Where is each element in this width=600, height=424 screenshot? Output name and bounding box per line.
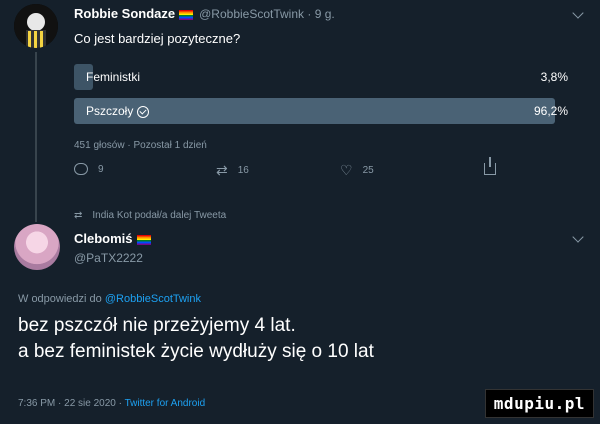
reply-text-line: a bez feministek życie wydłuży się o 10 … xyxy=(18,341,374,362)
watermark: mdupiu.pl xyxy=(484,389,594,418)
reply-icon xyxy=(74,163,88,175)
check-icon xyxy=(137,105,150,118)
retweet-note[interactable]: ⇄ India Kot podał/a dalej Tweeta xyxy=(74,210,226,221)
like-count: 25 xyxy=(362,164,374,176)
avatar-image xyxy=(14,4,58,48)
reply-author-handle[interactable]: @PaTX2222 xyxy=(74,251,143,265)
avatar[interactable] xyxy=(14,224,60,270)
retweet-icon: ⇄ xyxy=(74,210,83,221)
reply-author-name[interactable]: Clebomiś xyxy=(74,231,151,246)
poll-option-feministki: Feministki 3,8% xyxy=(74,64,574,90)
chevron-down-icon[interactable] xyxy=(572,7,584,19)
poll-option-pszczoly: Pszczoły 96,2% xyxy=(74,98,574,124)
avatar[interactable] xyxy=(14,4,58,48)
reply-text-line: bez pszczół nie przeżyjemy 4 lat. xyxy=(18,315,296,336)
poll-meta: 451 głosów · Pozostał 1 dzień xyxy=(74,140,207,151)
retweet-button[interactable]: ⇄ 16 xyxy=(216,163,249,177)
original-tweet[interactable]: Robbie Sondaze @RobbieScotTwink · 9 g. Co… xyxy=(0,0,600,222)
client-link[interactable]: Twitter for Android xyxy=(125,398,206,409)
author-name[interactable]: Robbie Sondaze xyxy=(74,6,175,21)
tweet-time: 9 g. xyxy=(314,7,335,21)
reply-count: 9 xyxy=(98,163,104,175)
share-button[interactable] xyxy=(484,157,496,175)
reply-timestamp: 7:36 PM · 22 sie 2020 · Twitter for Andr… xyxy=(18,398,206,409)
heart-icon: ♡ xyxy=(340,162,353,178)
reply-text: bez pszczół nie przeżyjemy 4 lat. a bez … xyxy=(18,313,374,365)
poll-option-percent: 3,8% xyxy=(540,70,568,84)
tweet-author[interactable]: Robbie Sondaze @RobbieScotTwink · 9 g. xyxy=(74,6,335,21)
poll-option-label: Feministki xyxy=(86,70,141,84)
tweet-actions: 9 ⇄ 16 ♡ 25 xyxy=(74,157,514,183)
like-button[interactable]: ♡ 25 xyxy=(340,163,374,177)
reply-button[interactable]: 9 xyxy=(74,163,104,175)
rainbow-flag-icon xyxy=(136,234,151,245)
author-handle[interactable]: @RobbieScotTwink · 9 g. xyxy=(199,7,335,21)
poll-option-percent: 96,2% xyxy=(533,104,568,118)
rainbow-flag-icon xyxy=(179,9,194,20)
reply-to-link[interactable]: @RobbieScotTwink xyxy=(105,293,201,305)
poll-option-label: Pszczoły xyxy=(86,104,150,118)
reply-to-line: W odpowiedzi do @RobbieScotTwink xyxy=(18,293,201,305)
retweet-icon: ⇄ xyxy=(216,162,228,178)
thread-line xyxy=(35,52,37,222)
retweet-count: 16 xyxy=(237,164,249,176)
share-icon xyxy=(484,157,496,175)
tweet-text: Co jest bardziej pozyteczne? xyxy=(74,31,241,46)
chevron-down-icon[interactable] xyxy=(572,231,584,243)
